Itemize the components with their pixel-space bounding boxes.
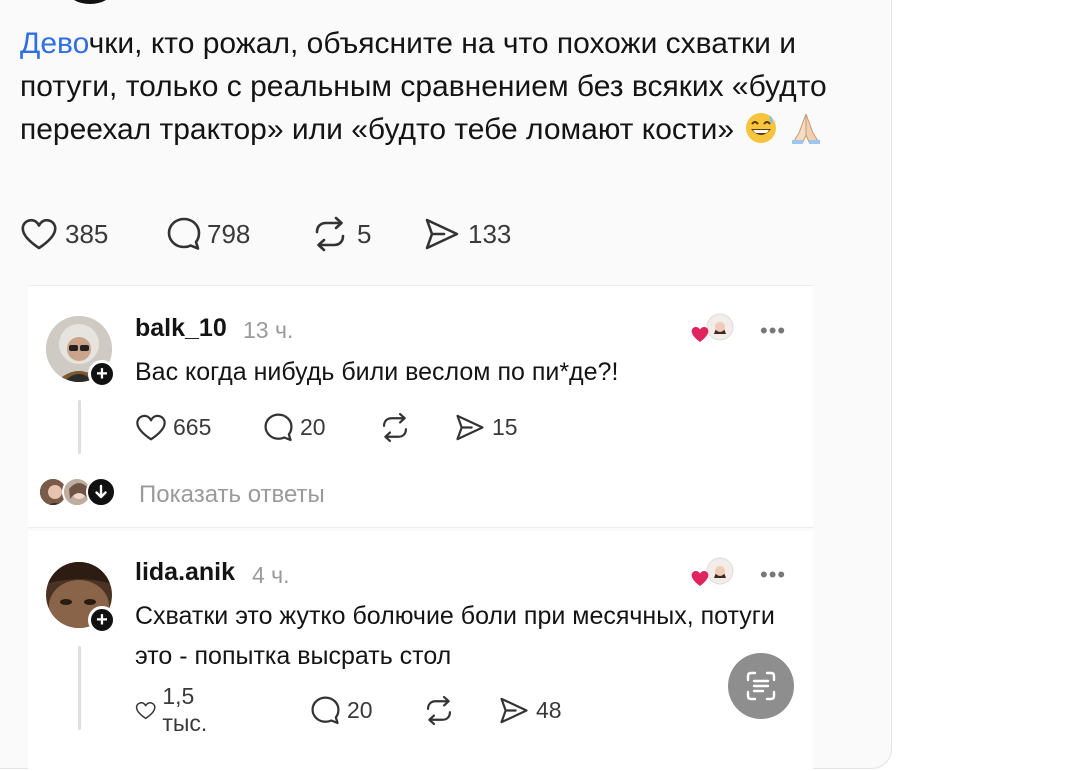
chevron-down-icon xyxy=(86,477,116,507)
heart-icon xyxy=(136,414,166,440)
comment-text: Схватки это жутко болючие боли при месяч… xyxy=(135,602,775,670)
grinning-sweat-emoji xyxy=(744,111,778,145)
like-count: 385 xyxy=(65,218,109,249)
reply-button[interactable]: 20 xyxy=(263,410,326,444)
comment-icon xyxy=(167,217,201,250)
like-button[interactable]: 665 xyxy=(135,410,211,444)
heart-icon xyxy=(135,701,156,719)
reply-button[interactable]: 20 xyxy=(310,693,373,727)
like-button[interactable]: 385 xyxy=(20,214,108,254)
like-count: 1,5 тыс. xyxy=(162,683,208,736)
share-count: 15 xyxy=(492,413,518,440)
more-icon[interactable]: ••• xyxy=(760,562,786,588)
show-replies-label: Показать ответы xyxy=(139,481,325,508)
comment-text: Вас когда нибудь били веслом по пи*де?! xyxy=(135,358,619,386)
comment-icon xyxy=(311,695,340,724)
heart-icon xyxy=(21,218,57,250)
more-icon[interactable]: ••• xyxy=(760,318,786,344)
repost-icon xyxy=(426,695,452,725)
repost-icon xyxy=(315,216,345,252)
follow-plus-icon[interactable]: + xyxy=(88,360,116,388)
follow-plus-icon[interactable]: + xyxy=(88,606,116,634)
thread-line xyxy=(78,646,81,730)
repost-button[interactable] xyxy=(379,410,411,444)
share-count: 133 xyxy=(468,218,512,249)
like-count: 665 xyxy=(173,413,212,440)
post-text: Девочки, кто рожал, объясните на что пох… xyxy=(20,22,880,151)
send-icon xyxy=(425,218,459,250)
repost-button[interactable]: 5 xyxy=(311,214,371,254)
comment-count: 798 xyxy=(207,218,251,249)
share-button[interactable]: 15 xyxy=(455,410,518,444)
text-scan-icon xyxy=(746,671,776,701)
repost-icon xyxy=(382,412,408,442)
comment-time: 13 ч. xyxy=(243,317,294,343)
comment-username[interactable]: balk_10 xyxy=(135,314,227,343)
share-button[interactable]: 48 xyxy=(499,693,562,727)
send-icon xyxy=(456,414,484,440)
liked-by-author-icon xyxy=(690,312,734,346)
reply-count: 20 xyxy=(300,413,326,440)
comment-icon xyxy=(264,412,293,441)
liked-by-author-icon xyxy=(690,556,734,590)
like-button[interactable]: 1,5 тыс. xyxy=(135,683,218,736)
thread-line xyxy=(78,400,81,454)
repost-button[interactable] xyxy=(423,693,455,727)
send-icon xyxy=(500,697,528,723)
page-background xyxy=(893,0,1083,771)
share-count: 48 xyxy=(536,696,562,723)
comment-time: 4 ч. xyxy=(252,562,290,588)
share-button[interactable]: 133 xyxy=(424,214,511,254)
repost-count: 5 xyxy=(357,218,372,249)
comment-username[interactable]: lida.anik xyxy=(135,558,235,587)
folded-hands-emoji xyxy=(789,111,823,145)
text-scan-button[interactable] xyxy=(728,653,794,719)
comment-button[interactable]: 798 xyxy=(166,214,250,254)
reply-count: 20 xyxy=(347,696,373,723)
post-text-highlight: Дево xyxy=(20,27,89,60)
post-text-body: чки, кто рожал, объясните на что похожи … xyxy=(20,27,827,146)
